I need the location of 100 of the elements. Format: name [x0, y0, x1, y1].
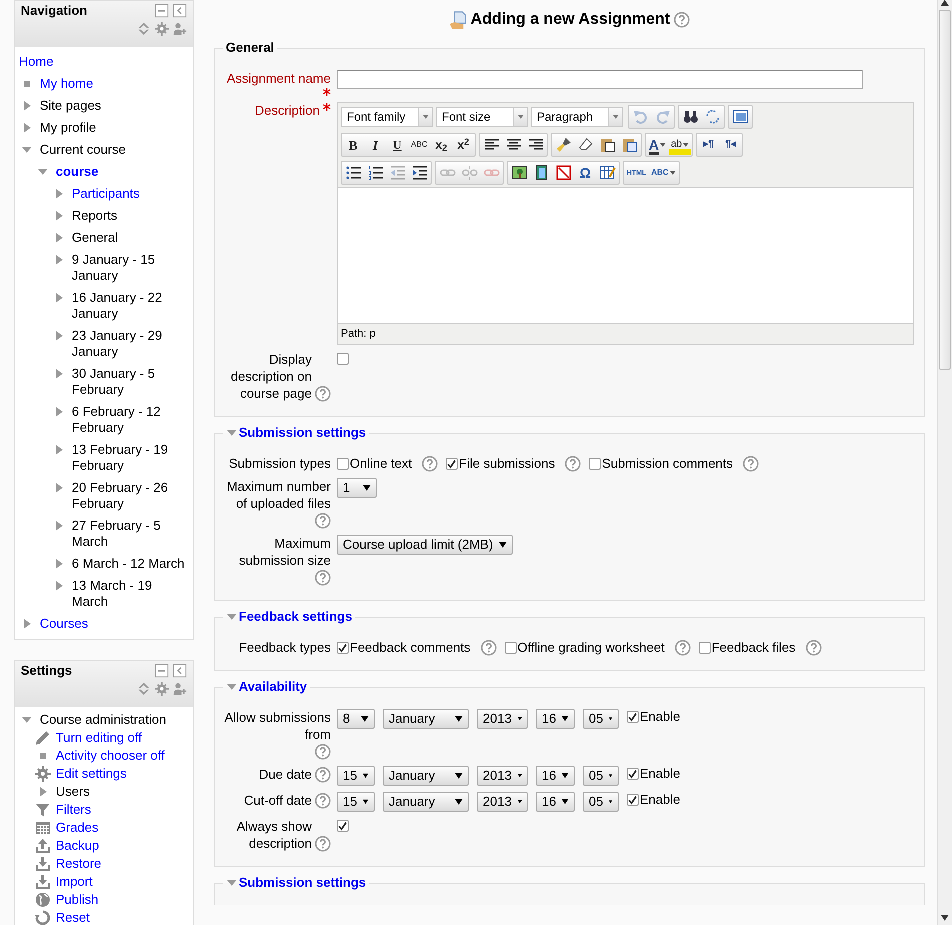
tree-item[interactable]: 30 January - 5 February	[72, 366, 187, 398]
section-heading[interactable]: Availability	[239, 679, 308, 695]
help-icon[interactable]	[806, 640, 822, 656]
checkbox-label[interactable]: File submissions	[459, 456, 556, 472]
checkbox-label[interactable]: Enable	[640, 766, 680, 782]
select-field[interactable]: January	[383, 709, 469, 729]
tree-link[interactable]: Grades	[56, 820, 99, 836]
tree-item[interactable]: Site pages	[40, 98, 102, 114]
tree-link[interactable]: Backup	[56, 838, 100, 854]
tree-item[interactable]: Reports	[72, 208, 118, 224]
checkbox-label[interactable]: Enable	[640, 792, 680, 808]
checkbox[interactable]	[589, 458, 602, 470]
tree-link[interactable]: My home	[40, 76, 94, 92]
add-user-icon[interactable]	[173, 682, 187, 696]
dock-icon[interactable]	[173, 4, 187, 18]
tree-link[interactable]: Courses	[40, 616, 88, 632]
select-field[interactable]: January	[383, 766, 469, 786]
select-field[interactable]: 16	[536, 766, 575, 786]
help-icon[interactable]	[315, 836, 331, 852]
select-field[interactable]: 8	[337, 709, 375, 729]
help-icon[interactable]	[565, 456, 582, 472]
select-field[interactable]: 16	[536, 709, 575, 729]
caret-down-icon[interactable]	[21, 145, 33, 155]
tree-link[interactable]: Import	[56, 874, 93, 890]
tree-item[interactable]: 23 January - 29 January	[72, 328, 187, 360]
tree-link[interactable]: Activity chooser off	[56, 748, 165, 764]
charmap-button[interactable]: Ω	[575, 163, 596, 183]
tree-item[interactable]: Users	[56, 784, 90, 800]
rtl-button[interactable]: ¶◂	[720, 135, 742, 155]
caret-right-icon[interactable]	[54, 368, 64, 380]
underline-button[interactable]: U	[387, 135, 408, 155]
select-field[interactable]: 05	[583, 792, 619, 812]
checkbox[interactable]	[446, 458, 458, 470]
sub-button[interactable]: x$_{2}$	[431, 135, 452, 155]
help-icon[interactable]	[674, 640, 691, 656]
tree-item[interactable]: 13 February - 19 February	[72, 442, 187, 474]
tree-item[interactable]: 6 February - 12 February	[72, 404, 187, 436]
ltr-button[interactable]: ▸¶	[698, 135, 720, 155]
caret-down-icon[interactable]	[226, 682, 238, 692]
tree-item[interactable]: 6 March - 12 March	[72, 556, 185, 572]
checkbox[interactable]	[698, 642, 711, 654]
text-field[interactable]	[337, 70, 863, 89]
select-field[interactable]: 2013	[477, 792, 528, 812]
checkbox[interactable]	[337, 820, 349, 832]
caret-right-icon[interactable]	[54, 292, 64, 304]
checkbox-label[interactable]: Feedback comments	[350, 640, 471, 656]
select-field[interactable]: January	[383, 792, 469, 812]
caret-right-icon[interactable]	[54, 558, 64, 570]
checkbox[interactable]	[504, 642, 517, 654]
tree-link[interactable]: Filters	[56, 802, 92, 818]
checkbox[interactable]	[627, 768, 639, 780]
tree-link[interactable]: Edit settings	[56, 766, 127, 782]
caret-right-icon[interactable]	[54, 210, 64, 222]
caret-down-icon[interactable]	[226, 612, 238, 622]
select-field[interactable]: 16	[536, 792, 575, 812]
minimize-icon[interactable]	[155, 664, 169, 678]
format-dropdown[interactable]: Font family	[341, 107, 433, 127]
tree-item[interactable]: 20 February - 26 February	[72, 480, 187, 512]
strike-button[interactable]: ABC	[409, 135, 430, 155]
caret-right-icon[interactable]	[54, 330, 64, 342]
section-heading[interactable]: Submission settings	[239, 875, 366, 891]
checkbox[interactable]	[337, 458, 349, 470]
checkbox[interactable]	[337, 353, 349, 365]
help-icon[interactable]	[315, 767, 331, 783]
tree-item[interactable]: 13 March - 19 March	[72, 578, 187, 610]
move-icon[interactable]	[137, 682, 151, 696]
select-field[interactable]: 2013	[477, 709, 528, 729]
checkbox[interactable]	[627, 794, 639, 806]
select-field[interactable]: 2013	[477, 766, 528, 786]
caret-right-icon[interactable]	[54, 406, 64, 418]
help-icon[interactable]	[315, 793, 331, 809]
gear-icon[interactable]	[155, 22, 169, 36]
checkbox[interactable]	[337, 642, 349, 654]
tree-link[interactable]: Reset	[56, 910, 90, 925]
format-dropdown[interactable]: Font size	[436, 107, 528, 127]
tree-item[interactable]: General	[72, 230, 118, 246]
caret-right-icon[interactable]	[54, 520, 64, 532]
tree-item[interactable]: 9 January - 15 January	[72, 252, 187, 284]
bold-button[interactable]: B	[343, 135, 364, 155]
select-field[interactable]: 15	[337, 766, 375, 786]
scroll-thumb[interactable]	[939, 10, 951, 370]
help-icon[interactable]	[315, 744, 331, 760]
caret-down-icon[interactable]	[21, 715, 33, 725]
tree-item[interactable]: 16 January - 22 January	[72, 290, 187, 322]
tree-link[interactable]: Home	[19, 54, 54, 70]
caret-right-icon[interactable]	[54, 482, 64, 494]
minimize-icon[interactable]	[155, 4, 169, 18]
tree-item[interactable]: Current course	[40, 142, 126, 158]
caret-right-icon[interactable]	[38, 786, 48, 798]
caret-right-icon[interactable]	[54, 232, 64, 244]
caret-right-icon[interactable]	[22, 100, 32, 112]
caret-right-icon[interactable]	[22, 618, 32, 630]
tree-item[interactable]: 27 February - 5 March	[72, 518, 187, 550]
move-icon[interactable]	[137, 22, 151, 36]
caret-right-icon[interactable]	[54, 188, 64, 200]
checkbox-label[interactable]: Feedback files	[712, 640, 796, 656]
checkbox-label[interactable]: Online text	[350, 456, 412, 472]
tree-item[interactable]: My profile	[40, 120, 96, 136]
select-field[interactable]: 05	[583, 709, 619, 729]
italic-button[interactable]: I	[365, 135, 386, 155]
